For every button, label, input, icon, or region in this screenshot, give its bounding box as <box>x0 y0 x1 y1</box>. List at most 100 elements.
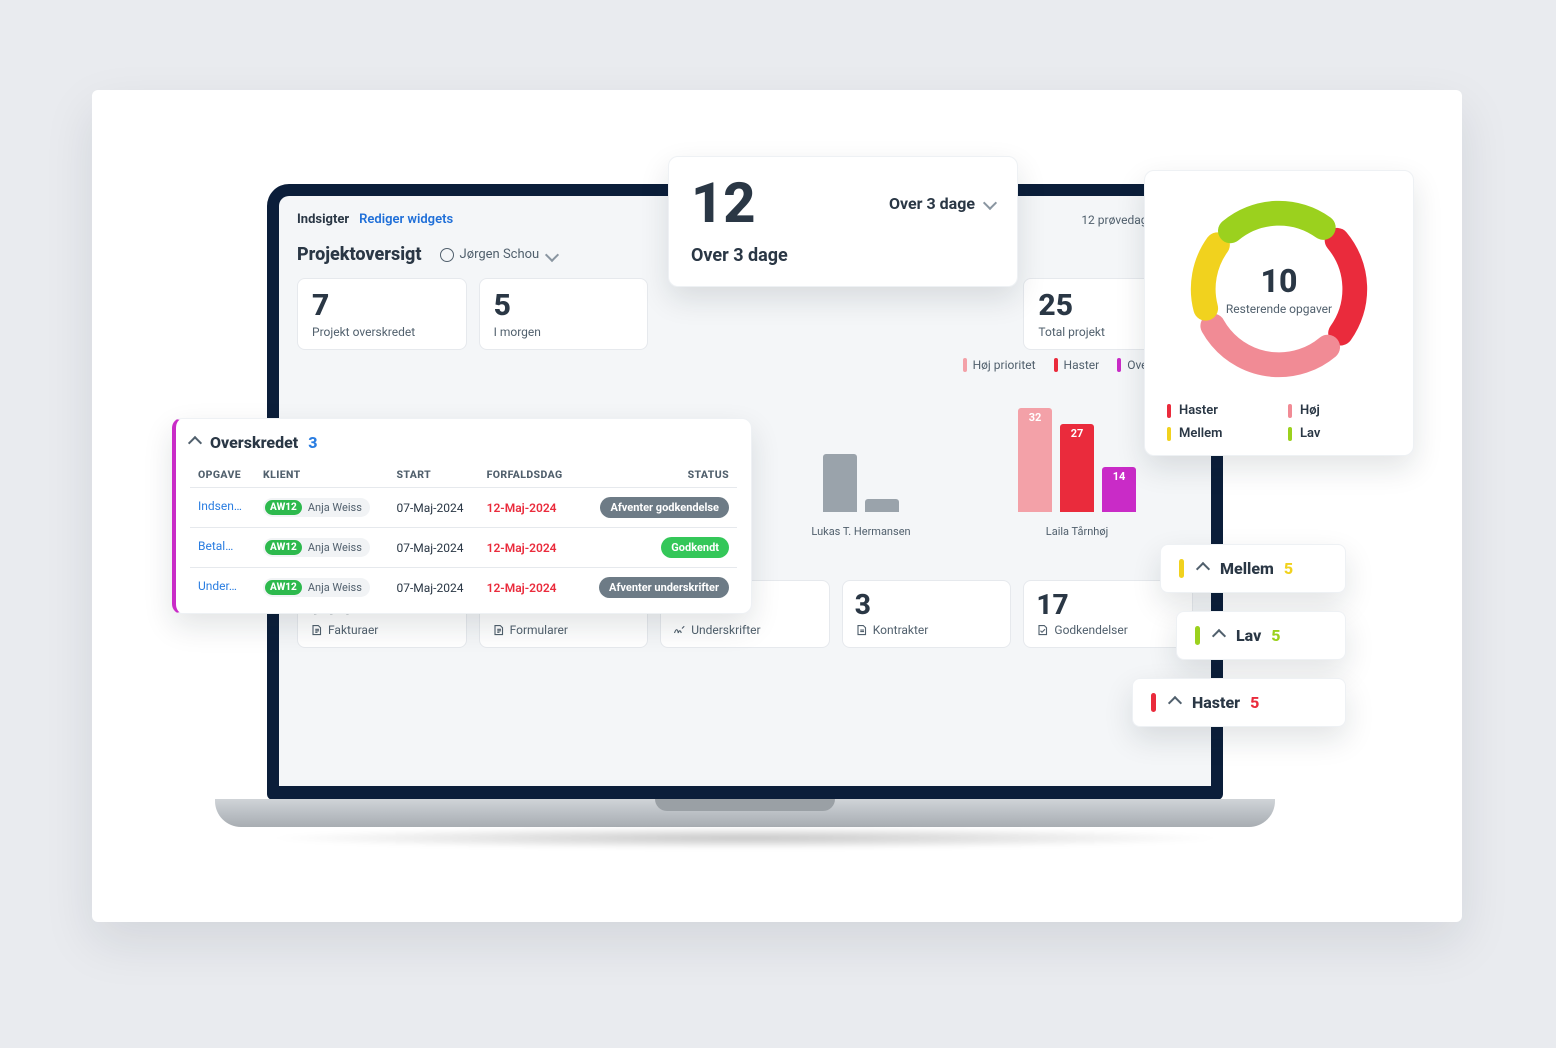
card-label: Projekt overskredet <box>312 325 452 339</box>
client-name: Anja Weiss <box>308 541 362 554</box>
avatar-icon <box>440 248 454 262</box>
table-row[interactable]: Under… AW12 Anja Weiss 07-Maj-2024 12-Ma… <box>190 568 737 608</box>
client-tag: AW12 <box>265 580 302 595</box>
legend-haster: Haster <box>1064 358 1100 372</box>
client-tag: AW12 <box>265 500 302 515</box>
pending-card[interactable]: 3 Kontrakter <box>842 580 1012 648</box>
donut-center-value: 10 <box>1261 262 1298 300</box>
pending-card-label: Kontrakter <box>873 623 929 637</box>
chart-axis-label: Laila Tårnhøj <box>969 525 1185 538</box>
client-chip[interactable]: AW12 Anja Weiss <box>263 578 370 597</box>
chevron-up-icon <box>1196 561 1210 575</box>
chart-group <box>753 378 969 512</box>
legend-haster: Haster <box>1179 403 1218 418</box>
task-card-title: Overskredet <box>210 433 298 452</box>
priority-pill[interactable]: Lav 5 <box>1176 611 1346 660</box>
th-forfaldsdag[interactable]: FORFALDSDAG <box>479 462 579 488</box>
client-chip[interactable]: AW12 Anja Weiss <box>263 498 370 517</box>
approvals-icon <box>1036 624 1048 636</box>
th-klient[interactable]: KLIENT <box>255 462 388 488</box>
chart-axis-label: Lukas T. Hermansen <box>753 525 969 538</box>
status-badge: Godkendt <box>661 537 729 558</box>
edit-widgets-link[interactable]: Rediger widgets <box>359 212 453 227</box>
summary-cards-row: 7 Projekt overskredet 5 I morgen 25 Tota… <box>297 278 1193 350</box>
cell-due: 12-Maj-2024 <box>479 488 579 528</box>
swatch-haster <box>1167 404 1171 418</box>
priority-pill[interactable]: Haster 5 <box>1132 678 1346 727</box>
tasks-table: OPGAVE KLIENT START FORFALDSDAG STATUS I… <box>190 462 737 607</box>
priority-name: Mellem <box>1220 559 1274 578</box>
swatch-hoj-prioritet <box>963 358 967 372</box>
pending-card-value: 3 <box>855 591 999 619</box>
client-tag: AW12 <box>265 540 302 555</box>
cell-due: 12-Maj-2024 <box>479 528 579 568</box>
table-row[interactable]: Betal… AW12 Anja Weiss 07-Maj-2024 12-Ma… <box>190 528 737 568</box>
cell-start: 07-Maj-2024 <box>388 488 478 528</box>
cell-start: 07-Maj-2024 <box>388 568 478 608</box>
chart-legend: Høj prioritet Haster Overskred… <box>297 358 1193 372</box>
over3-range-label: Over 3 dage <box>889 194 975 213</box>
status-badge: Afventer godkendelse <box>600 497 729 518</box>
priority-name: Lav <box>1236 626 1261 645</box>
th-start[interactable]: START <box>388 462 478 488</box>
priority-count: 5 <box>1250 693 1259 712</box>
status-badge: Afventer underskrifter <box>599 577 729 598</box>
remaining-tasks-donut-card: 10 Resterende opgaver Haster Høj Mellem … <box>1144 170 1414 456</box>
chart-bar[interactable]: 32 <box>1018 408 1052 512</box>
client-chip[interactable]: AW12 Anja Weiss <box>263 538 370 557</box>
chevron-up-icon <box>1212 628 1226 642</box>
priority-name: Haster <box>1192 693 1240 712</box>
invoice-icon <box>310 624 322 636</box>
card-projekt-overskredet[interactable]: 7 Projekt overskredet <box>297 278 467 350</box>
card-i-morgen[interactable]: 5 I morgen <box>479 278 649 350</box>
person-name: Jørgen Schou <box>460 247 540 262</box>
swatch-haster <box>1054 358 1058 372</box>
card-value: 5 <box>494 291 634 321</box>
chart-bar[interactable]: 14 <box>1102 467 1136 513</box>
chevron-up-icon[interactable] <box>188 435 202 449</box>
pending-card-value: 17 <box>1036 591 1180 619</box>
pending-card-label: Formularer <box>510 623 568 637</box>
chevron-up-icon <box>1168 695 1182 709</box>
swatch-mellem <box>1167 427 1171 441</box>
chevron-down-icon <box>983 196 997 210</box>
swatch-hoj <box>1288 404 1292 418</box>
chart-bar[interactable] <box>823 454 857 513</box>
task-link[interactable]: Betal… <box>198 539 233 553</box>
client-name: Anja Weiss <box>308 501 362 514</box>
chart-bar[interactable]: 27 <box>1060 424 1094 512</box>
client-name: Anja Weiss <box>308 581 362 594</box>
task-link[interactable]: Under… <box>198 579 237 593</box>
chevron-down-icon <box>545 247 559 261</box>
cell-due: 12-Maj-2024 <box>479 568 579 608</box>
over-3-dage-card: 12 Over 3 dage Over 3 dage <box>668 156 1018 287</box>
task-card-count: 3 <box>308 433 317 452</box>
card-label: I morgen <box>494 325 634 339</box>
section-title-projektoversigt: Projektoversigt <box>297 244 422 265</box>
th-status[interactable]: STATUS <box>578 462 737 488</box>
legend-hoj-prioritet: Høj prioritet <box>973 358 1036 372</box>
donut-center-label: Resterende opgaver <box>1226 302 1332 316</box>
over3-range-dropdown[interactable]: Over 3 dage <box>889 194 995 213</box>
form-icon <box>492 624 504 636</box>
th-opgave[interactable]: OPGAVE <box>190 462 255 488</box>
priority-pill-stack: Mellem 5 Lav 5 Haster 5 <box>1160 544 1346 727</box>
swatch-lav <box>1288 427 1292 441</box>
overskredet-task-card: Overskredet 3 OPGAVE KLIENT START FORFAL… <box>172 418 752 614</box>
chart-bar[interactable] <box>865 499 899 512</box>
table-row[interactable]: Indsen… AW12 Anja Weiss 07-Maj-2024 12-M… <box>190 488 737 528</box>
person-filter-dropdown[interactable]: Jørgen Schou <box>432 243 566 266</box>
card-value: 7 <box>312 291 452 321</box>
pending-card-label: Fakturaer <box>328 623 378 637</box>
task-link[interactable]: Indsen… <box>198 499 242 513</box>
priority-stripe <box>1151 693 1156 712</box>
signature-icon <box>673 624 685 636</box>
over3-subtitle: Over 3 dage <box>691 245 995 266</box>
legend-hoj: Høj <box>1300 403 1320 418</box>
legend-lav: Lav <box>1300 426 1320 441</box>
priority-count: 5 <box>1284 559 1293 578</box>
priority-pill[interactable]: Mellem 5 <box>1160 544 1346 593</box>
priority-count: 5 <box>1271 626 1280 645</box>
contract-icon <box>855 624 867 636</box>
pending-card-label: Godkendelser <box>1054 623 1127 637</box>
